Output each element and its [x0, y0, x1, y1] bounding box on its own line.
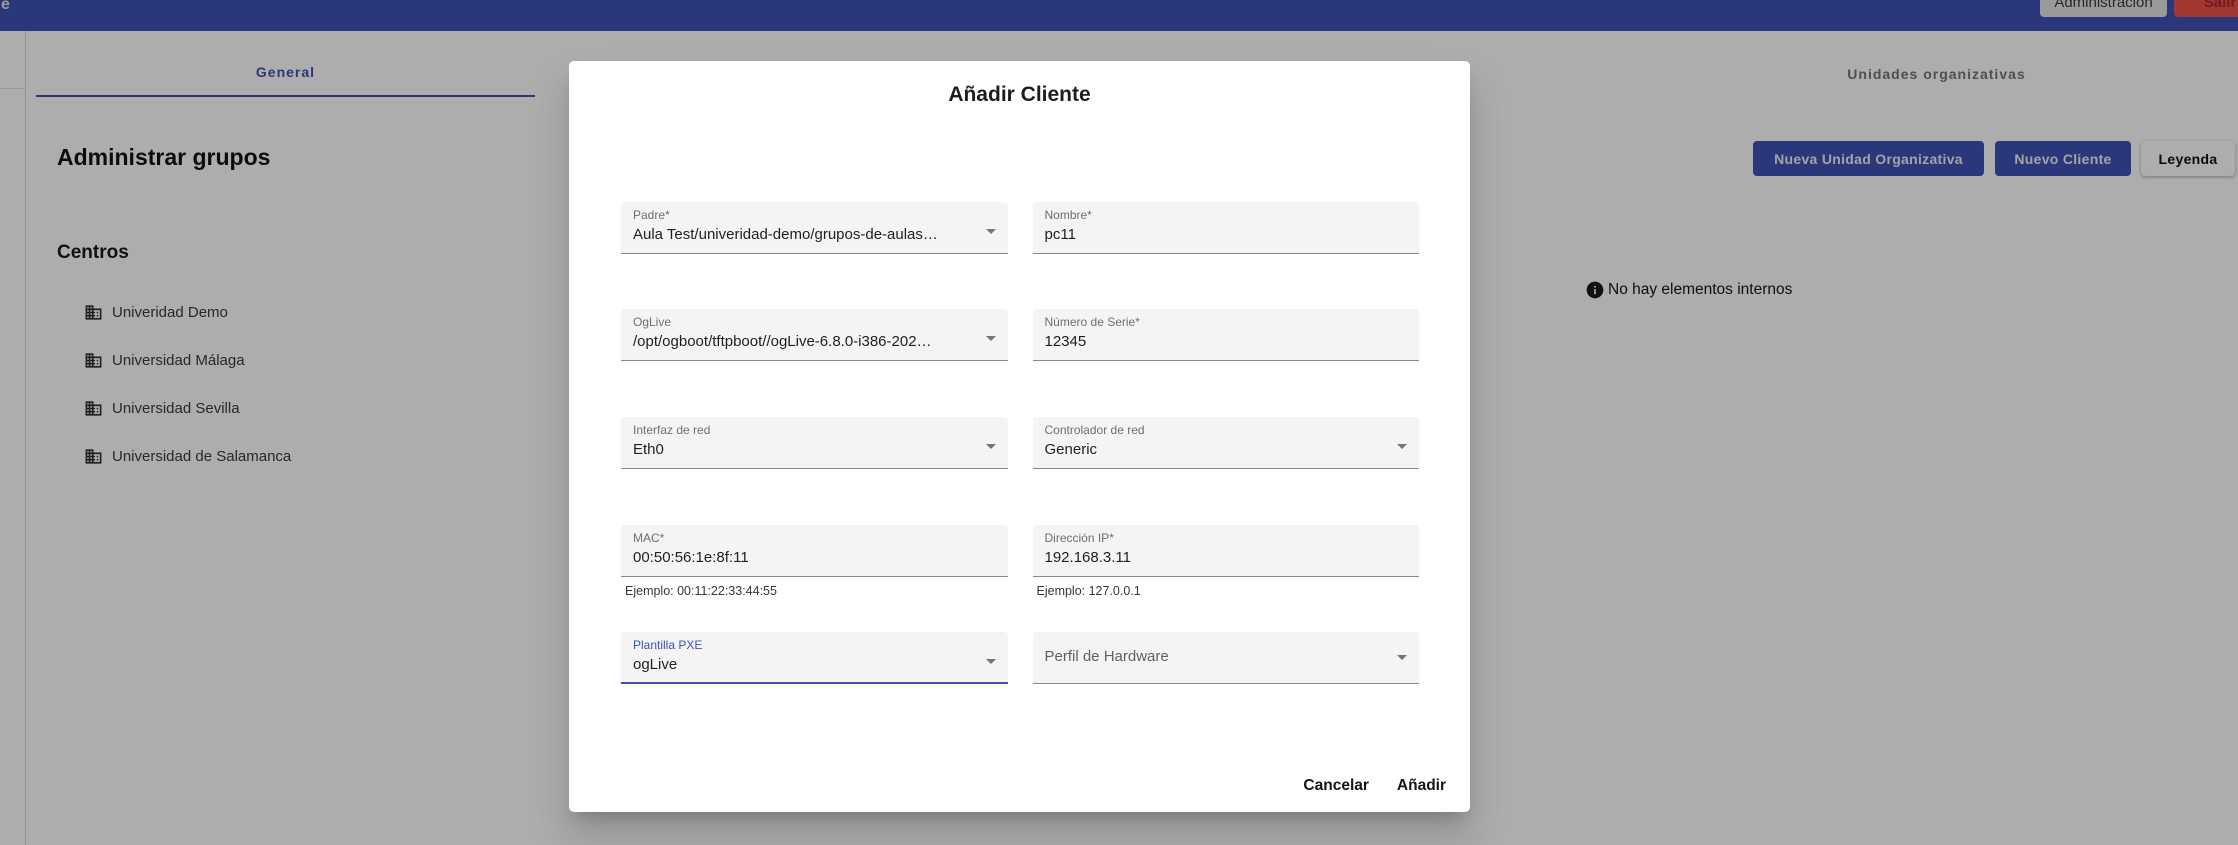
field-label: OgLive: [633, 315, 671, 329]
submit-button[interactable]: Añadir: [1387, 768, 1456, 804]
chevron-down-icon: [1397, 444, 1407, 449]
field-value: 00:50:56:1e:8f:11: [633, 549, 982, 566]
name-field[interactable]: Nombre* pc11: [1033, 202, 1420, 254]
parent-select[interactable]: Padre* Aula Test/univeridad-demo/grupos-…: [621, 202, 1008, 254]
app-window: e Administración Salir General Administr…: [0, 0, 2238, 845]
field-value: ogLive: [633, 656, 982, 673]
ip-address-field[interactable]: Dirección IP* 192.168.3.11 Ejemplo: 127.…: [1033, 525, 1420, 577]
mac-field[interactable]: MAC* 00:50:56:1e:8f:11 Ejemplo: 00:11:22…: [621, 525, 1008, 577]
pxe-template-select[interactable]: Plantilla PXE ogLive: [621, 632, 1008, 684]
add-client-dialog: Añadir Cliente Padre* Aula Test/univerid…: [569, 61, 1470, 812]
oglive-select[interactable]: OgLive /opt/ogboot/tftpboot//ogLive-6.8.…: [621, 309, 1008, 361]
field-value: Aula Test/univeridad-demo/grupos-de-aula…: [633, 226, 982, 243]
field-label: Plantilla PXE: [633, 638, 702, 652]
field-value: 12345: [1045, 333, 1394, 350]
chevron-down-icon: [986, 444, 996, 449]
field-label: Padre*: [633, 208, 670, 222]
chevron-down-icon: [986, 659, 996, 664]
field-placeholder: Perfil de Hardware: [1045, 632, 1169, 682]
field-label: MAC*: [633, 531, 664, 545]
hardware-profile-select[interactable]: Perfil de Hardware: [1033, 632, 1420, 684]
field-label: Nombre*: [1045, 208, 1092, 222]
cancel-button[interactable]: Cancelar: [1293, 768, 1378, 804]
network-interface-select[interactable]: Interfaz de red Eth0: [621, 417, 1008, 469]
field-value: pc11: [1045, 226, 1394, 243]
chevron-down-icon: [1397, 655, 1407, 660]
chevron-down-icon: [986, 229, 996, 234]
field-label: Controlador de red: [1045, 423, 1145, 437]
dialog-actions: Cancelar Añadir: [1293, 768, 1456, 804]
network-driver-select[interactable]: Controlador de red Generic: [1033, 417, 1420, 469]
field-value: Generic: [1045, 441, 1394, 458]
serial-number-field[interactable]: Número de Serie* 12345: [1033, 309, 1420, 361]
ip-hint: Ejemplo: 127.0.0.1: [1037, 584, 1141, 598]
field-label: Interfaz de red: [633, 423, 710, 437]
dialog-title: Añadir Cliente: [569, 83, 1470, 107]
field-value: Eth0: [633, 441, 982, 458]
mac-hint: Ejemplo: 00:11:22:33:44:55: [625, 584, 777, 598]
field-label: Número de Serie*: [1045, 315, 1140, 329]
field-value: 192.168.3.11: [1045, 549, 1394, 566]
field-label: Dirección IP*: [1045, 531, 1114, 545]
field-value: /opt/ogboot/tftpboot//ogLive-6.8.0-i386-…: [633, 333, 982, 350]
chevron-down-icon: [986, 336, 996, 341]
